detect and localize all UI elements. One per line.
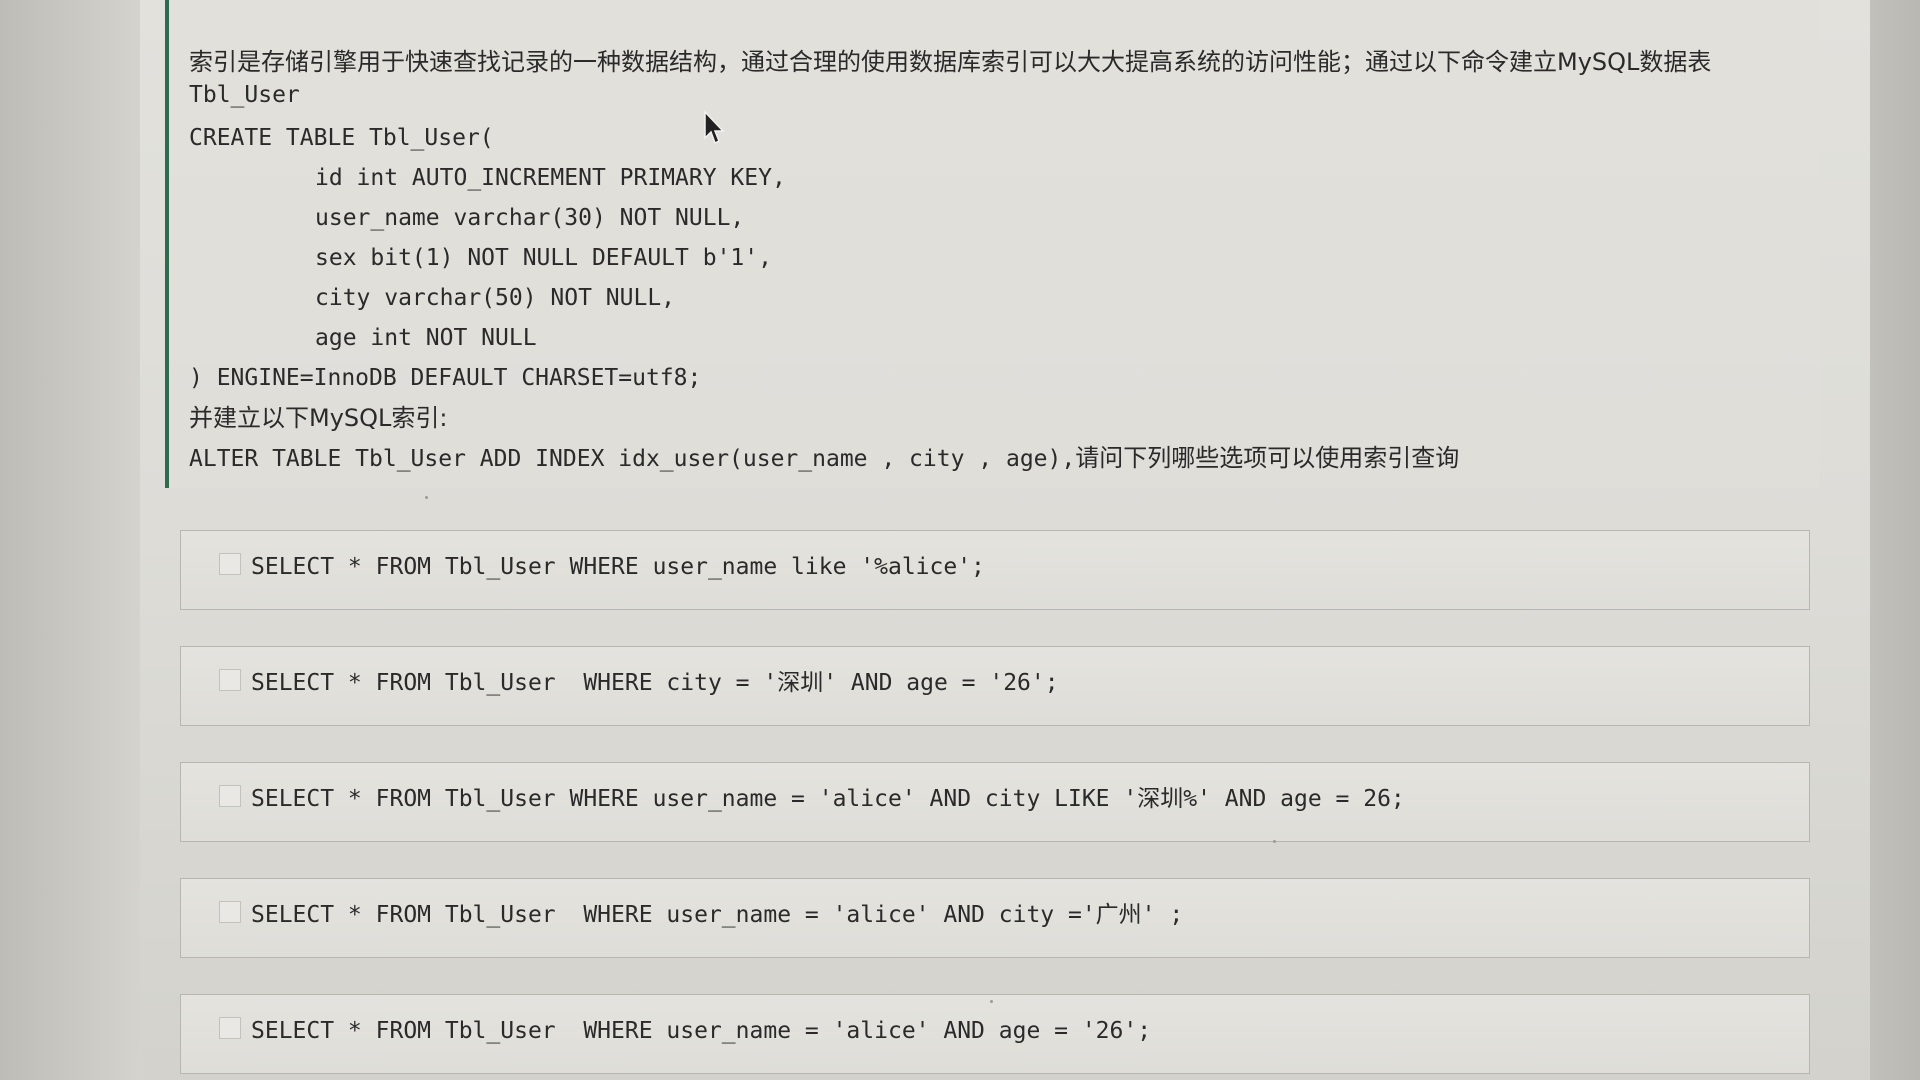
code-line: CREATE TABLE Tbl_User( [189,125,494,151]
option-e[interactable]: SELECT * FROM Tbl_User WHERE user_name =… [180,994,1810,1074]
question-table-name: Tbl_User [189,82,300,108]
checkbox-icon[interactable] [219,1017,241,1039]
option-label[interactable]: SELECT * FROM Tbl_User WHERE user_name =… [251,1017,1151,1045]
checkbox-icon[interactable] [219,669,241,691]
dust-speck [425,496,428,499]
question-intro: 索引是存储引擎用于快速查找记录的一种数据结构，通过合理的使用数据库索引可以大大提… [189,48,1712,76]
alter-statement: ALTER TABLE Tbl_User ADD INDEX idx_user(… [189,446,1076,472]
code-line: user_name varchar(30) NOT NULL, [315,205,745,231]
option-label[interactable]: SELECT * FROM Tbl_User WHERE user_name =… [251,901,1183,929]
screen: 索引是存储引擎用于快速查找记录的一种数据结构，通过合理的使用数据库索引可以大大提… [0,0,1920,1080]
question-block: 索引是存储引擎用于快速查找记录的一种数据结构，通过合理的使用数据库索引可以大大提… [165,0,1819,488]
alter-line: ALTER TABLE Tbl_User ADD INDEX idx_user(… [189,438,1789,479]
option-a[interactable]: SELECT * FROM Tbl_User WHERE user_name l… [180,530,1810,610]
option-b[interactable]: SELECT * FROM Tbl_User WHERE city = '深圳'… [180,646,1810,726]
option-label[interactable]: SELECT * FROM Tbl_User WHERE user_name l… [251,553,985,581]
index-intro: 并建立以下MySQL索引: [189,404,448,432]
create-table-code: CREATE TABLE Tbl_User( id int AUTO_INCRE… [189,118,1789,398]
code-line: age int NOT NULL [315,325,537,351]
code-line: city varchar(50) NOT NULL, [315,285,676,311]
option-c[interactable]: SELECT * FROM Tbl_User WHERE user_name =… [180,762,1810,842]
checkbox-icon[interactable] [219,785,241,807]
dust-speck [1273,840,1276,843]
option-label[interactable]: SELECT * FROM Tbl_User WHERE city = '深圳'… [251,669,1059,697]
checkbox-icon[interactable] [219,553,241,575]
option-label[interactable]: SELECT * FROM Tbl_User WHERE user_name =… [251,785,1405,813]
checkbox-icon[interactable] [219,901,241,923]
question-prompt: 请问下列哪些选项可以使用索引查询 [1075,444,1460,472]
question-text: 索引是存储引擎用于快速查找记录的一种数据结构，通过合理的使用数据库索引可以大大提… [189,46,1789,479]
code-line: ) ENGINE=InnoDB DEFAULT CHARSET=utf8; [189,365,702,391]
option-d[interactable]: SELECT * FROM Tbl_User WHERE user_name =… [180,878,1810,958]
mouse-pointer-icon [704,110,725,145]
answer-options: SELECT * FROM Tbl_User WHERE user_name l… [180,530,1810,1080]
code-line: sex bit(1) NOT NULL DEFAULT b'1', [315,245,772,271]
dust-speck [990,1000,993,1003]
code-line: id int AUTO_INCREMENT PRIMARY KEY, [315,165,786,191]
